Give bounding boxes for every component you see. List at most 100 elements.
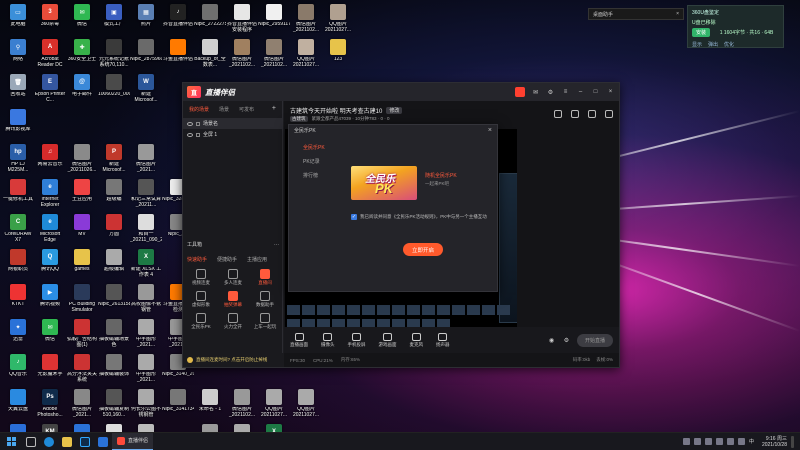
desktop-assistant-box[interactable]: 桌面助手 × (588, 8, 684, 20)
taskbar-app-edge[interactable] (40, 433, 58, 450)
dialog-tab-leaderboard[interactable]: 排行榜 (289, 168, 335, 182)
desktop-icon[interactable]: 光影魔术手 (34, 352, 66, 387)
desktop-icon[interactable]: 斗鱼直播伴侣 (162, 37, 194, 72)
tab-handy-tools[interactable]: 便捷助手 (217, 256, 237, 263)
desktop-icon[interactable]: 土豆应用 (66, 177, 98, 212)
desktop-icon[interactable]: 抽板磁辅装饰 (98, 352, 130, 387)
desktop-icon[interactable]: 10060220_0005780884 (98, 72, 130, 107)
volume-icon[interactable] (737, 438, 745, 445)
taskbar-app-explorer[interactable] (58, 433, 76, 450)
tool-item[interactable]: 上车一起玩 (249, 311, 281, 333)
desktop-icon[interactable]: P 新建 Microsof... (98, 142, 130, 177)
input-method-indicator[interactable]: 中 (749, 438, 754, 445)
desktop-icon[interactable]: ▭ 此电脑 (2, 2, 34, 37)
tab-scenes[interactable]: 场景 (219, 106, 229, 113)
desktop-icon[interactable]: E Epson Printer C... (34, 72, 66, 107)
desktop-icon[interactable]: Nipic_32254332_20201... (98, 422, 130, 432)
desktop-icon[interactable]: MV (66, 212, 98, 247)
desktop-icon[interactable]: 123 (322, 37, 354, 72)
desktop-icon[interactable]: A Acrobat Reader DC (34, 37, 66, 72)
desktop-icon[interactable]: ▦ 照片 (130, 2, 162, 37)
desktop-icon[interactable]: 微信图片_2021102... (258, 37, 290, 72)
eye-icon[interactable] (187, 121, 193, 126)
tray-icon[interactable] (682, 438, 690, 445)
desktop-icon[interactable]: 中宇图形_2021... (130, 352, 162, 387)
desktop-icon[interactable]: 未命名 - 1 (194, 387, 226, 422)
desktop-icon[interactable]: Nipic_... (130, 422, 162, 432)
desktop-icon[interactable]: X图纸样板图 (258, 422, 290, 432)
tool-item[interactable]: 多人连麦 (217, 267, 249, 289)
desktop-icon[interactable]: ▣ 模式工厂 (98, 2, 130, 37)
network-icon[interactable] (726, 438, 734, 445)
desktop-icon[interactable]: 腾讯影视库 (2, 107, 34, 142)
phone-cast-button[interactable]: 手机投屏 (348, 332, 366, 348)
desktop-icon[interactable]: 何长尔公图不锈钢管 (130, 387, 162, 422)
close-icon[interactable]: × (606, 88, 615, 97)
taskbar-active-app[interactable]: 直播伴侣 (112, 432, 154, 450)
tool-item[interactable]: 全民乐PK (185, 311, 217, 333)
notice-bar[interactable]: 直播间连麦时间? 点击开启防止掉线 (183, 353, 284, 367)
desktop-icon[interactable]: 腾讯游戏助手 (2, 422, 34, 432)
desktop-icon[interactable]: ▶ 腾讯视频 (34, 282, 66, 317)
desktop-icon[interactable]: Nipic_31417340_20201... (162, 387, 194, 422)
start-live-button[interactable]: 开始直播 (576, 333, 613, 347)
desktop-icon[interactable]: 微信图片_2021... (130, 142, 162, 177)
desktop-icon[interactable]: 微信图片_20211026... (66, 142, 98, 177)
popup-tab-optimize[interactable]: 优化 (724, 41, 734, 48)
desktop-icon[interactable]: 弘毅广告结构图(1) (66, 317, 98, 352)
close-icon[interactable]: × (676, 11, 679, 17)
desktop-icon[interactable]: QQ图片20211027... (290, 387, 322, 422)
gift-icon[interactable] (571, 110, 579, 118)
screen-capture-button[interactable]: 直播画面 (290, 332, 308, 348)
desktop-icon[interactable]: 微信图片_2021... (66, 387, 98, 422)
desktop-icon[interactable]: ♪ 抖音直播伴侣 (162, 2, 194, 37)
desktop-icon[interactable]: PC Building Simulator (66, 282, 98, 317)
taskbar-app-kugou[interactable] (94, 433, 112, 450)
more-icon[interactable]: ··· (274, 242, 279, 248)
clock[interactable]: 9:16 周三 2021/10/28 (762, 436, 787, 448)
minimize-icon[interactable]: – (576, 88, 585, 97)
tray-icon[interactable] (715, 438, 723, 445)
desktop-icon[interactable]: 3 360杀毒 (34, 2, 66, 37)
desktop-icon[interactable]: KMKMPlayer 64X (34, 422, 66, 432)
desktop-icon[interactable]: games (66, 247, 98, 282)
shop-icon[interactable] (554, 110, 562, 118)
desktop-icon[interactable]: ✦ 迅雷 (2, 317, 34, 352)
desktop-icon[interactable]: 微信图片_2021102... (290, 2, 322, 37)
desktop-icon[interactable]: KTKT (2, 282, 34, 317)
popup-tab-show[interactable]: 显示 (692, 41, 702, 48)
desktop-icon[interactable]: ♪ QQ音乐 (2, 352, 34, 387)
desktop-icon[interactable]: QQ图片20211027... (226, 422, 258, 432)
desktop-icon[interactable]: Ps Adobe Photosho... (34, 387, 66, 422)
desktop-icon[interactable]: 一键修机工具 (2, 177, 34, 212)
camera-button[interactable]: 摄像头 (321, 332, 335, 348)
desktop-icon[interactable]: 抽板磁辅场景色 (98, 317, 130, 352)
desktop-icon[interactable]: 方圆 (98, 212, 130, 247)
room-category-tag[interactable]: 古建筑 (290, 116, 308, 122)
desktop-icon[interactable]: Nipic_29591172_20200... (258, 2, 290, 37)
desktop-icon[interactable]: ⚲ 网络 (2, 37, 34, 72)
tab-host-apps[interactable]: 主播应用 (247, 256, 267, 263)
gear-icon[interactable]: ⚙ (546, 88, 555, 97)
tool-item[interactable]: 抽奖弹幕 (217, 289, 249, 311)
dialog-tab-pk[interactable]: 全民乐PK (289, 140, 335, 154)
desktop-icon[interactable]: C CorelDRAW X7 (2, 212, 34, 247)
start-button[interactable] (0, 433, 22, 450)
taskbar-app-photoshop[interactable] (76, 433, 94, 450)
desktop-icon[interactable]: Nipic_26131580_20191... (98, 282, 130, 317)
eye-icon[interactable] (187, 132, 193, 137)
tray-icon[interactable] (704, 438, 712, 445)
desktop-icon[interactable]: Nipic_27222751_20210... (194, 2, 226, 37)
install-badge[interactable]: 安装 (692, 28, 711, 37)
lock-icon[interactable] (196, 132, 200, 137)
desktop-icon[interactable]: hp HP LJ M225M... (2, 142, 34, 177)
avatar[interactable] (515, 87, 525, 97)
close-icon[interactable]: × (488, 127, 492, 134)
desktop-icon[interactable]: QQ图片20211027... (258, 387, 290, 422)
task-view-button[interactable] (22, 433, 40, 450)
desktop-icon[interactable]: ✉ 微信 (66, 2, 98, 37)
scene-item[interactable]: 场景名 (183, 118, 282, 129)
desktop-icon[interactable]: ✉ 微信 (34, 317, 66, 352)
speaker-button[interactable]: 扬声器 (436, 332, 450, 348)
share-icon[interactable] (605, 110, 613, 118)
